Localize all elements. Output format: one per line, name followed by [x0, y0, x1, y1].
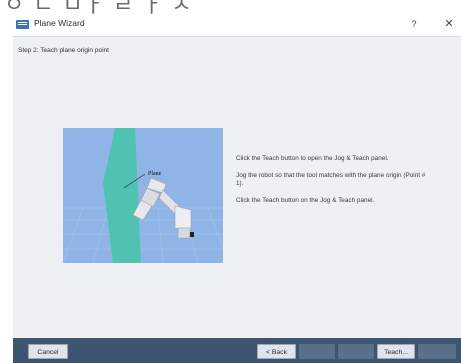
plane-label: Plane — [148, 171, 162, 177]
instruction-3: Click the Teach button on the Jog & Teac… — [236, 196, 375, 204]
instructions: Click the Teach button to open the Jog &… — [236, 155, 431, 213]
next-button[interactable] — [299, 344, 335, 359]
close-button[interactable]: ✕ — [441, 18, 457, 31]
window-title-bar: Plane Wizard ? ✕ — [13, 14, 461, 37]
wizard-app-icon — [16, 20, 29, 29]
left-margin — [0, 14, 13, 363]
back-button[interactable]: < Back — [257, 344, 296, 359]
step-title: Step 2: Teach plane origin point — [18, 47, 109, 54]
finish-button[interactable] — [338, 344, 374, 359]
instruction-1: Click the Teach button to open the Jog &… — [236, 155, 389, 162]
wizard-footer: Cancel < Back Teach... — [13, 338, 461, 363]
cropped-text-fragment: ㅇ ㄴ ㅁㅏ ㄹ ㅏ ㅅ — [4, 0, 193, 14]
plane-origin-illustration: Plane — [63, 128, 223, 263]
teach-button[interactable]: Teach... — [377, 344, 415, 359]
disabled-button[interactable] — [418, 344, 456, 359]
window-title: Plane Wizard — [34, 18, 85, 28]
cancel-button[interactable]: Cancel — [28, 344, 68, 359]
wizard-content: Step 2: Teach plane origin point Plane C… — [13, 37, 461, 338]
help-button[interactable]: ? — [406, 18, 422, 31]
top-cropped-region: ㅇ ㄴ ㅁㅏ ㄹ ㅏ ㅅ — [0, 0, 461, 14]
instruction-2: Jog the robot so that the tool matches w… — [236, 171, 426, 188]
